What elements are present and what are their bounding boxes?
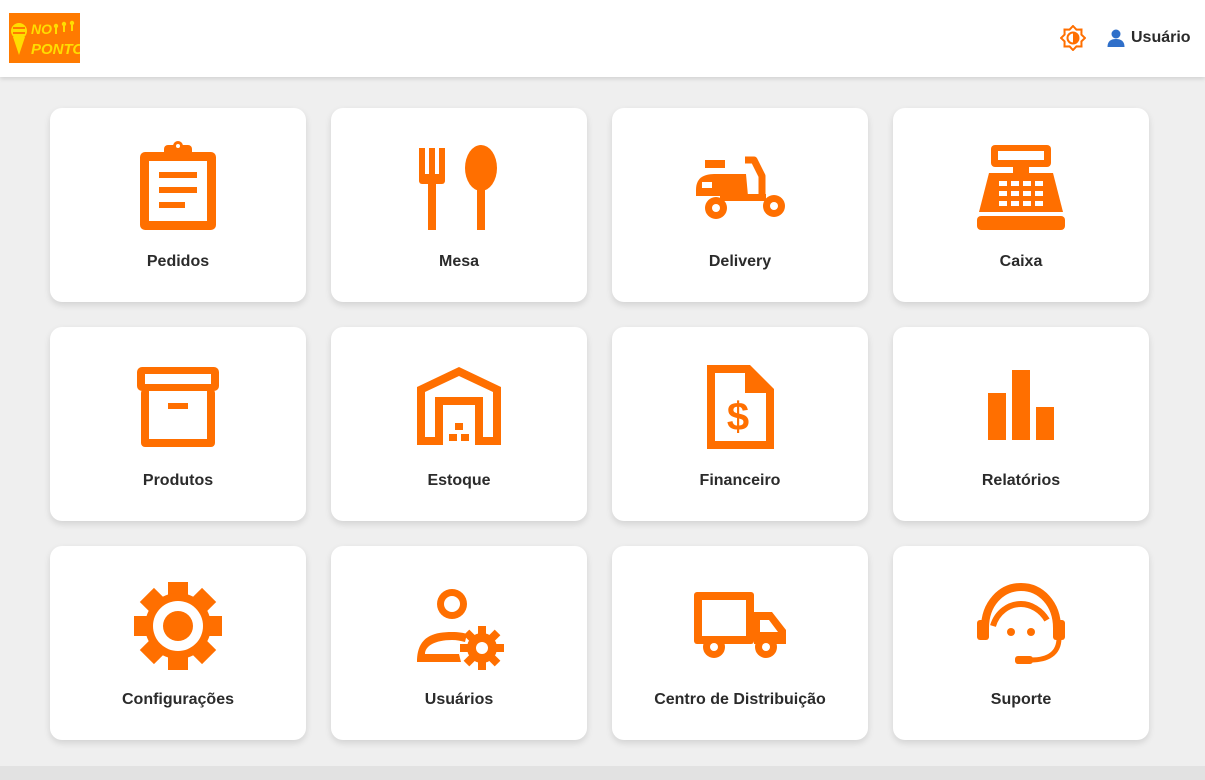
main-menu-grid: Pedidos Mesa Delivery Caixa Produtos Est… [50, 108, 1149, 740]
tile-delivery[interactable]: Delivery [612, 108, 868, 302]
fork-spoon-icon [409, 138, 509, 238]
tile-caixa[interactable]: Caixa [893, 108, 1149, 302]
svg-text:$: $ [727, 395, 749, 439]
top-navbar: NO PONTO Usuário [0, 0, 1205, 77]
tile-label: Mesa [438, 253, 480, 270]
person-icon [1106, 28, 1126, 48]
cash-register-icon [971, 138, 1071, 238]
theme-toggle-button[interactable] [1059, 24, 1087, 52]
tile-label: Financeiro [699, 472, 781, 489]
tile-label: Relatórios [981, 472, 1061, 489]
user-name-label: Usuário [1131, 29, 1191, 46]
truck-icon [690, 576, 790, 676]
user-menu[interactable]: Usuário [1106, 27, 1191, 49]
tile-label: Delivery [708, 253, 772, 270]
user-settings-icon [409, 576, 509, 676]
clipboard-icon [128, 138, 228, 238]
tile-label: Caixa [999, 253, 1043, 270]
headset-icon [971, 576, 1071, 676]
tile-mesa[interactable]: Mesa [331, 108, 587, 302]
tile-estoque[interactable]: Estoque [331, 327, 587, 521]
tile-label: Centro de Distribuição [654, 691, 826, 708]
tile-financeiro[interactable]: $ Financeiro [612, 327, 868, 521]
tile-label: Pedidos [146, 253, 210, 270]
no-ponto-logo[interactable]: NO PONTO [9, 13, 84, 63]
tile-label: Suporte [990, 691, 1052, 708]
tile-label: Estoque [427, 472, 491, 489]
tile-label: Configurações [121, 691, 234, 708]
brightness-icon [1059, 24, 1087, 52]
invoice-dollar-icon: $ [690, 357, 790, 457]
gear-icon [128, 576, 228, 676]
tile-produtos[interactable]: Produtos [50, 327, 306, 521]
page-bottom-edge [0, 766, 1205, 780]
tile-suporte[interactable]: Suporte [893, 546, 1149, 740]
archive-box-icon [128, 357, 228, 457]
logo-word-2: PONTO [31, 41, 80, 58]
tile-centro-distribuicao[interactable]: Centro de Distribuição [612, 546, 868, 740]
scooter-icon [690, 138, 790, 238]
logo-word-1: NO [31, 21, 52, 37]
tile-pedidos[interactable]: Pedidos [50, 108, 306, 302]
bar-chart-icon [971, 357, 1071, 457]
tile-label: Produtos [142, 472, 214, 489]
tile-configuracoes[interactable]: Configurações [50, 546, 306, 740]
tile-label: Usuários [424, 691, 494, 708]
tile-usuarios[interactable]: Usuários [331, 546, 587, 740]
tile-relatorios[interactable]: Relatórios [893, 327, 1149, 521]
warehouse-icon [409, 357, 509, 457]
